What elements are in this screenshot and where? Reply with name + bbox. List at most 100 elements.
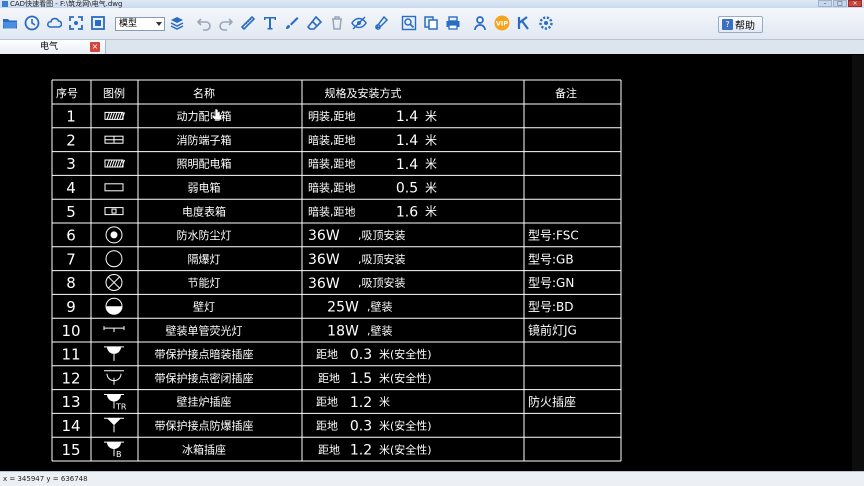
- maximize-button[interactable]: □: [833, 0, 847, 7]
- row-spec-height: 1.4: [396, 109, 418, 125]
- vertical-scrollbar[interactable]: [852, 55, 864, 471]
- row-name: 电度表箱: [182, 204, 226, 218]
- row-number: 2: [66, 131, 76, 149]
- layout-select[interactable]: 模型: [115, 17, 165, 31]
- row-name: 带保护接点密闭插座: [155, 371, 254, 385]
- table-row: 1 动力配电箱 明装,距地 1.4 米: [66, 108, 437, 126]
- row-spec-mount: 距地: [316, 396, 338, 409]
- row-name: 消防端子箱: [177, 133, 232, 147]
- compare-button[interactable]: [422, 14, 440, 32]
- row-note: 防火插座: [528, 394, 576, 409]
- row-name: 照明配电箱: [177, 157, 232, 171]
- window-zoom-button[interactable]: [89, 14, 107, 32]
- help-button[interactable]: ? 帮助: [718, 16, 763, 33]
- layers-button[interactable]: [168, 14, 186, 32]
- find-text-button[interactable]: [400, 14, 418, 32]
- tab-electrical[interactable]: 电气 ×: [0, 40, 106, 54]
- header-spec: 规格及安装方式: [325, 86, 402, 100]
- row-name: 冰箱插座: [182, 442, 226, 456]
- delete-button[interactable]: [328, 14, 346, 32]
- legend-symbol-panel-meter: [104, 207, 124, 216]
- text-button[interactable]: [261, 14, 279, 32]
- table-row: 6 防水防尘灯 36W ,吸顶安装 型号:FSC: [66, 226, 579, 245]
- row-spec-install: ,吸顶安装: [358, 276, 406, 290]
- row-note: 型号:GB: [528, 252, 574, 266]
- row-number: 8: [66, 274, 76, 292]
- row-name: 隔爆灯: [188, 252, 221, 266]
- window-title: CAD快速看图 - F:\筑龙网\电气.dwg: [10, 0, 123, 8]
- vip-button[interactable]: VIP: [493, 14, 511, 32]
- app-icon: [2, 1, 8, 7]
- legend-symbol-circle-dot: [105, 226, 123, 244]
- print-button[interactable]: [444, 14, 462, 32]
- row-spec-height: 1.6: [396, 204, 418, 220]
- legend-symbol-fluorescent-wall: [103, 326, 125, 333]
- table-row: 13 TR 壁挂炉插座 距地 1.2 米 防火插座: [61, 393, 576, 411]
- legend-symbol-panel-hatched: [104, 159, 125, 168]
- account-button[interactable]: [471, 14, 489, 32]
- brush-icon: [286, 17, 299, 29]
- redo-button[interactable]: [217, 14, 235, 32]
- status-bar: x = 345947 y = 636748: [0, 471, 864, 486]
- tools-button[interactable]: [515, 14, 533, 32]
- row-spec-unit: 米(安全性): [379, 418, 432, 432]
- row-spec-power: 36W: [308, 228, 340, 244]
- row-spec-height: 1.2: [350, 395, 372, 411]
- row-name: 壁装单管荧光灯: [166, 323, 243, 337]
- layout-select-value: 模型: [119, 19, 138, 29]
- row-number: 5: [66, 203, 76, 221]
- brush-button[interactable]: [283, 14, 301, 32]
- row-name: 带保护接点暗装插座: [155, 347, 254, 361]
- recent-files-button[interactable]: [23, 14, 41, 32]
- table-row: 2 消防端子箱 暗装,距地 1.4 米: [66, 131, 437, 149]
- row-number: 3: [66, 155, 76, 173]
- table-row: 12 带保护接点密闭插座 距地 1.5 米(安全性): [61, 369, 431, 387]
- dimension-button[interactable]: [239, 14, 257, 32]
- drawing-canvas[interactable]: 序号 图例 名称 规格及安装方式 备注 1 动力配电箱 明装,距地 1.4 米 2 消防端子…: [0, 55, 864, 471]
- legend-symbol-panel-empty: [104, 183, 124, 192]
- close-window-button[interactable]: ×: [848, 0, 862, 7]
- eraser-button[interactable]: [306, 14, 324, 32]
- table-header-row: 序号 图例 名称 规格及安装方式 备注: [56, 86, 577, 100]
- settings-button[interactable]: [537, 14, 555, 32]
- row-number: 11: [61, 346, 80, 364]
- header-no: 序号: [56, 86, 78, 100]
- expand-icon: [69, 16, 83, 30]
- row-spec-unit: 米: [379, 396, 390, 409]
- locate-button[interactable]: [372, 14, 390, 32]
- row-spec-install: ,吸顶安装: [358, 228, 406, 242]
- printer-icon: [446, 16, 460, 30]
- row-spec-power: 36W: [308, 252, 340, 268]
- legend-symbol-socket-tr: TR: [104, 394, 127, 412]
- table-row: 14 带保护接点防爆插座 距地 0.3 米(安全性): [61, 417, 431, 435]
- gear-icon: [539, 16, 553, 30]
- undo-icon: [196, 18, 211, 31]
- row-spec-unit: 米: [425, 109, 437, 123]
- drawing-svg: 序号 图例 名称 规格及安装方式 备注 1 动力配电箱 明装,距地 1.4 米 2 消防端子…: [51, 79, 622, 462]
- row-number: 6: [66, 227, 76, 245]
- legend-symbol-circle-empty: [105, 250, 123, 268]
- row-spec-unit: 米: [425, 205, 437, 219]
- full-extent-button[interactable]: [67, 14, 85, 32]
- hide-button[interactable]: [350, 14, 368, 32]
- row-spec-mount: 距地: [318, 372, 340, 385]
- row-spec-height: 0.5: [396, 181, 418, 197]
- text-icon: [264, 17, 276, 30]
- redo-icon: [219, 18, 234, 31]
- row-number: 7: [66, 250, 76, 268]
- folder-open-icon: [3, 19, 17, 29]
- vip-badge-icon: VIP: [494, 15, 510, 31]
- undo-button[interactable]: [195, 14, 213, 32]
- row-spec-mount: 明装,距地: [308, 110, 356, 123]
- pen-locate-icon: [375, 15, 389, 30]
- legend-symbol-socket-ex: [104, 417, 124, 433]
- row-name: 动力配电箱: [177, 109, 232, 123]
- table-row: 9 壁灯 25W ,壁装 型号:BD: [66, 297, 574, 316]
- open-file-button[interactable]: [1, 14, 19, 32]
- row-spec-height: 0.3: [350, 419, 372, 435]
- tab-close-icon[interactable]: ×: [90, 42, 100, 52]
- legend-symbol-socket-filled: [104, 346, 124, 361]
- table-row: 8 节能灯 36W ,吸顶安装 型号:GN: [66, 274, 574, 292]
- minimize-button[interactable]: –: [818, 0, 832, 7]
- cloud-button[interactable]: [45, 14, 63, 32]
